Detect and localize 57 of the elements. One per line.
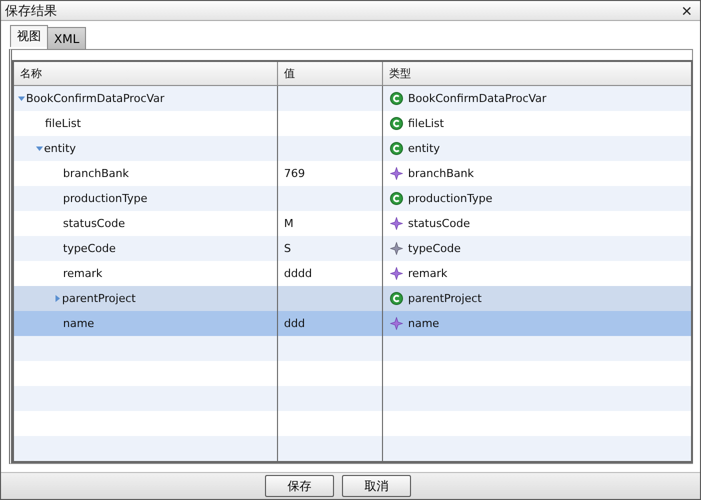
tree-row[interactable]: branchBank 769 branchBank [14,161,691,186]
class-icon [390,142,403,156]
class-icon [390,92,403,106]
type-text: productionType [408,192,492,206]
name-text: entity [44,142,76,156]
value-text: S [284,242,291,256]
name-text: fileList [45,117,81,130]
type-text: fileList [408,117,444,130]
name-text: branchBank [63,167,129,180]
tab[interactable]: XML [47,27,86,50]
class-icon [390,117,403,130]
expand-caret-icon[interactable] [18,95,25,102]
collapse-caret-icon[interactable] [54,295,61,302]
value-text: M [284,217,294,230]
name-text: productionType [63,192,148,206]
cancel-button[interactable]: 取消 [342,475,411,498]
column-header[interactable]: 类型 [383,62,691,86]
type-text: parentProject [408,292,482,306]
tree-row[interactable]: name ddd name [14,311,691,336]
save-button[interactable]: 保存 [265,475,334,498]
window-title: 保存结果 [5,2,57,20]
close-button[interactable]: × [679,2,694,20]
diamond-star-icon [390,267,403,280]
type-text: branchBank [408,167,474,180]
value-text: 769 [284,167,305,180]
name-text: parentProject [62,292,136,306]
name-text: name [63,317,94,330]
name-text: remark [63,267,102,280]
type-text: BookConfirmDataProcVar [408,92,546,106]
tree-row[interactable]: typeCode S typeCode [14,236,691,262]
name-text: typeCode [63,242,116,256]
tree-row[interactable]: statusCode M statusCode [14,211,691,236]
tree-row[interactable]: fileList fileList [14,111,691,136]
diamond-star-icon [390,167,403,180]
diamond-star-icon [390,242,403,256]
tree-row[interactable]: BookConfirmDataProcVar BookConfirmDataProcVar [14,86,691,112]
class-icon [390,192,403,206]
type-text: statusCode [408,217,470,230]
name-text: BookConfirmDataProcVar [26,92,164,106]
column-header[interactable]: 值 [278,62,383,86]
name-text: statusCode [63,217,125,230]
tree-row[interactable]: entity entity [14,136,691,162]
tree-row[interactable]: parentProject parentProject [14,286,691,312]
class-icon [390,292,403,306]
tree-row[interactable]: remark dddd remark [14,261,691,286]
tree-row[interactable]: productionType productionType [14,186,691,212]
type-text: entity [408,142,440,156]
diamond-star-icon [390,217,403,230]
type-text: remark [408,267,448,280]
diamond-star-icon [390,317,403,330]
tab[interactable]: 视图 [10,25,48,48]
type-text: name [408,317,440,330]
type-text: typeCode [408,242,461,256]
value-text: dddd [284,267,312,280]
column-header[interactable]: 名称 [14,62,278,86]
expand-caret-icon[interactable] [36,145,43,152]
value-text: ddd [284,317,305,330]
